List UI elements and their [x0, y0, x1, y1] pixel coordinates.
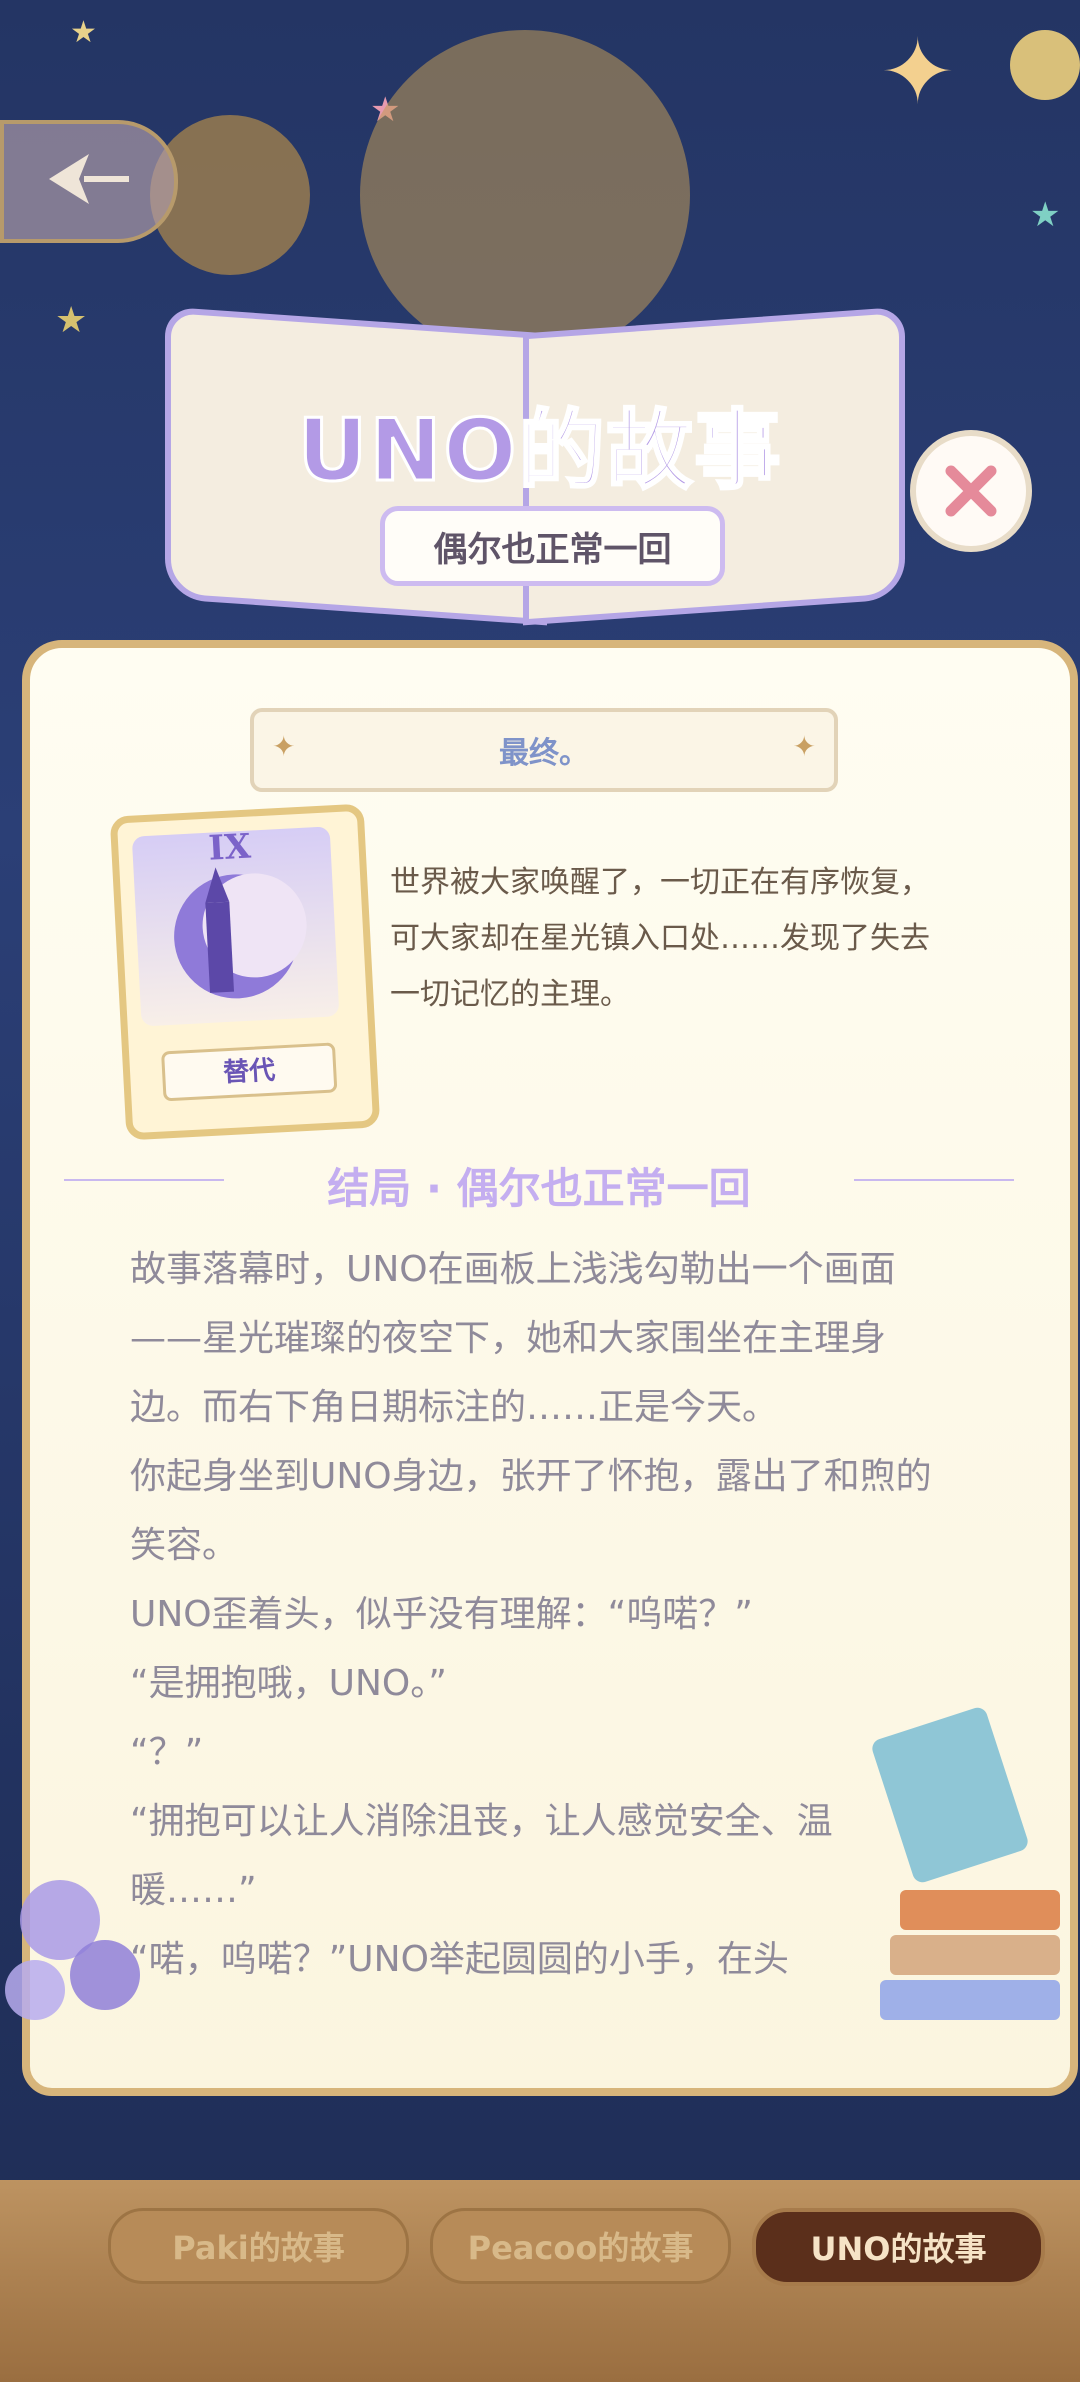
- back-button[interactable]: [0, 120, 178, 243]
- story-paragraph: 你起身坐到UNO身边，张开了怀抱，露出了和煦的笑容。: [130, 1456, 932, 1566]
- flower-decoration: [0, 1820, 200, 2040]
- page-title: UNO的故事: [296, 400, 783, 503]
- chapter-banner-text: 最终。: [499, 736, 589, 771]
- tab-uno-story[interactable]: UNO的故事: [752, 2208, 1045, 2286]
- story-paragraph: “是拥抱哦，UNO。”: [130, 1663, 447, 1704]
- tarot-card: IX 替代: [109, 803, 381, 1141]
- star-icon: ★: [55, 300, 88, 341]
- chapter-banner: ✦ 最终。 ✦: [250, 708, 838, 792]
- ending-divider: 结局 · 偶尔也正常一回: [64, 1155, 1014, 1213]
- planet-decoration: [1010, 30, 1080, 100]
- story-paragraph: 故事落幕时，UNO在画板上浅浅勾勒出一个画面——星光璀璨的夜空下，她和大家围坐在…: [130, 1249, 896, 1428]
- close-icon: [945, 465, 997, 517]
- tab-paki-story[interactable]: Paki的故事: [108, 2208, 409, 2284]
- ending-heading: 结局 · 偶尔也正常一回: [327, 1164, 751, 1213]
- back-arrow-icon: [49, 154, 129, 204]
- book-stack-decoration: [869, 1700, 1070, 2040]
- story-paragraph: “拥抱可以让人消除沮丧，让人感觉安全、温暖……”: [130, 1801, 833, 1911]
- story-paragraph: “喏，呜喏？”UNO举起圆圆的小手，在头: [130, 1939, 789, 1980]
- star-icon: ★: [1030, 195, 1061, 235]
- story-paragraph: “？”: [130, 1732, 204, 1773]
- star-icon: ★: [70, 15, 97, 50]
- story-tabs-bar: Paki的故事 Peacoo的故事 UNO的故事: [0, 2180, 1080, 2382]
- close-button[interactable]: [910, 430, 1032, 552]
- card-label: 替代: [161, 1042, 338, 1102]
- star-icon: ✦: [880, 20, 956, 125]
- card-roman-numeral: IX: [207, 826, 252, 869]
- story-text[interactable]: 故事落幕时，UNO在画板上浅浅勾勒出一个画面——星光璀璨的夜空下，她和大家围坐在…: [130, 1235, 950, 1994]
- sparkle-icon: ✦: [792, 730, 816, 763]
- tab-peacoo-story[interactable]: Peacoo的故事: [430, 2208, 731, 2284]
- chapter-summary: 世界被大家唤醒了，一切正在有序恢复，可大家却在星光镇入口处……发现了失去一切记忆…: [390, 865, 930, 1012]
- subtitle-plaque: 偶尔也正常一回: [380, 506, 725, 586]
- sparkle-icon: ✦: [272, 730, 296, 763]
- page-subtitle: 偶尔也正常一回: [433, 529, 672, 570]
- story-paragraph: UNO歪着头，似乎没有理解：“呜喏？”: [130, 1594, 753, 1635]
